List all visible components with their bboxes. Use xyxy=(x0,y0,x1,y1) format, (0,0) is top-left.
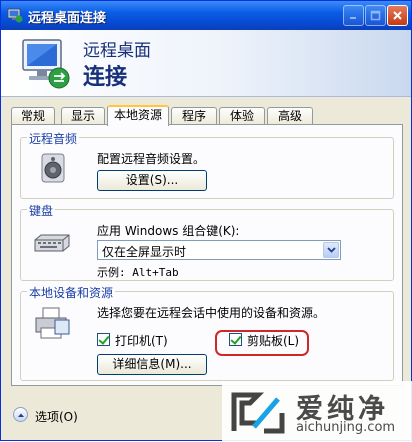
tab-experience[interactable]: 体验 xyxy=(219,107,265,125)
tab-general[interactable]: 常规 xyxy=(11,107,55,125)
banner-title-line1: 远程桌面 xyxy=(83,41,151,61)
options-label[interactable]: 选项(O) xyxy=(35,408,78,425)
remote-desktop-logo-icon xyxy=(22,39,70,89)
watermark-logo-icon xyxy=(231,392,285,434)
tab-advanced[interactable]: 高级 xyxy=(267,107,313,125)
audio-description: 配置远程音频设置。 xyxy=(97,152,206,166)
details-button[interactable]: 详细信息(M)... xyxy=(97,354,207,375)
remote-audio-title: 远程音频 xyxy=(27,130,80,147)
devices-description: 选择您要在远程会话中使用的设备和资源。 xyxy=(97,306,326,320)
watermark: 爱纯净 aichunjing.com xyxy=(222,381,412,442)
speaker-icon xyxy=(41,153,65,183)
tab-local-resources[interactable]: 本地资源 xyxy=(107,105,169,126)
keyboard-group: 键盘 应用 Windows 组合键(K): 仅在全屏显示时 示例: Alt+Ta… xyxy=(20,202,394,281)
clipboard-highlight-annotation xyxy=(215,330,309,356)
windows-key-combo-value: 仅在全屏显示时 xyxy=(102,245,187,259)
local-resources-panel: 远程音频 配置远程音频设置。 设置(S)... 键盘 应用 Windows 组合… xyxy=(11,124,403,386)
keyboard-label: 应用 Windows 组合键(K): xyxy=(97,224,240,238)
title-bar[interactable]: 远程桌面连接 xyxy=(1,1,411,30)
watermark-url: aichunjing.com xyxy=(296,420,396,435)
chevron-down-icon xyxy=(326,247,336,253)
tab-display[interactable]: 显示 xyxy=(61,107,105,125)
banner: 远程桌面 连接 xyxy=(1,30,411,97)
options-toggle-button[interactable] xyxy=(13,407,28,422)
window-title: 远程桌面连接 xyxy=(28,11,107,26)
remote-desktop-window: 远程桌面连接 远程桌面 连接 常规 显示 本地资源 程序 体验 高级 远程音频 … xyxy=(0,0,412,442)
minimize-button[interactable] xyxy=(343,5,364,26)
windows-key-combo-select[interactable]: 仅在全屏显示时 xyxy=(97,240,341,260)
tab-programs[interactable]: 程序 xyxy=(171,107,217,125)
minimize-icon xyxy=(350,17,356,19)
maximize-icon xyxy=(370,10,381,21)
chevron-up-icon xyxy=(17,413,24,417)
remote-audio-group: 远程音频 配置远程音频设置。 设置(S)... xyxy=(20,130,394,199)
keyboard-icon xyxy=(34,234,70,252)
local-devices-title: 本地设备和资源 xyxy=(27,284,116,301)
close-icon xyxy=(393,11,402,20)
keyboard-title: 键盘 xyxy=(27,202,56,219)
audio-settings-button[interactable]: 设置(S)... xyxy=(97,170,207,191)
printer-label[interactable]: 打印机(T) xyxy=(115,332,168,349)
banner-title-line2: 连接 xyxy=(83,65,128,90)
dropdown-arrow[interactable] xyxy=(323,242,339,258)
local-devices-group: 本地设备和资源 选择您要在远程会话中使用的设备和资源。 打印机(T) 剪贴板(L… xyxy=(20,284,394,381)
printer-icon xyxy=(35,307,70,339)
keyboard-example: 示例: Alt+Tab xyxy=(97,266,179,279)
remote-desktop-icon xyxy=(7,8,23,23)
close-button[interactable] xyxy=(387,5,408,26)
printer-checkbox[interactable] xyxy=(97,333,110,346)
maximize-button[interactable] xyxy=(365,5,386,26)
